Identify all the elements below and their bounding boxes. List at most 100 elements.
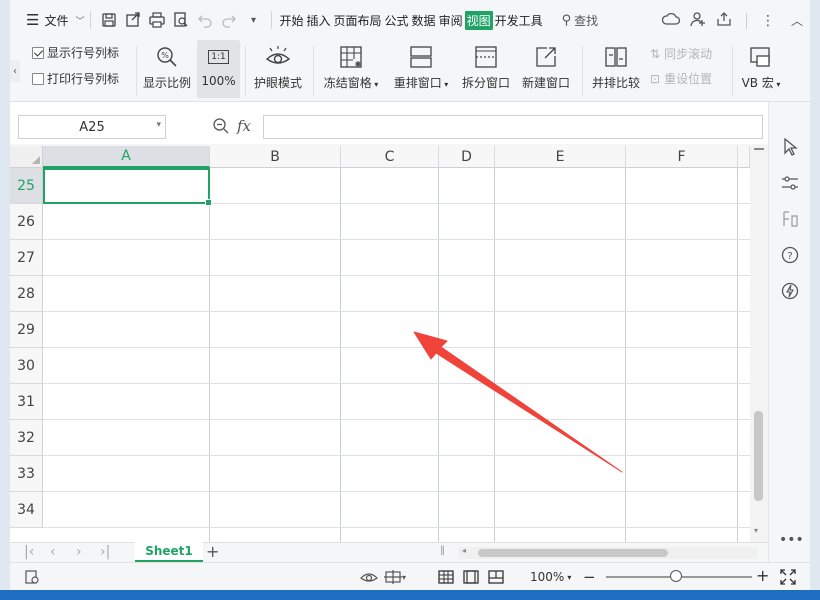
quick-access-dropdown-icon[interactable]: ▾ — [244, 11, 262, 29]
side-by-side-button[interactable]: 并排比较 — [588, 40, 644, 98]
zoom-100-button[interactable]: 1:1 100% — [197, 40, 240, 98]
freeze-panes-label: 冻结窗格 — [323, 76, 372, 90]
filter-settings-icon[interactable] — [779, 172, 801, 194]
new-window-button[interactable]: 新建窗口 — [518, 40, 574, 98]
desktop-left-strip — [0, 0, 10, 600]
print-icon[interactable] — [148, 11, 166, 29]
zoom-level-dropdown[interactable]: 100% ▾ — [530, 568, 571, 586]
eye-icon — [265, 42, 291, 72]
split-handle-icon[interactable]: ‖ — [440, 545, 445, 556]
chevron-down-icon: ▾ — [402, 572, 407, 582]
formula-input[interactable] — [263, 115, 763, 139]
add-user-icon[interactable] — [690, 11, 706, 30]
tab-formulas[interactable]: 公式 — [384, 12, 410, 29]
sheet-tab-sheet1[interactable]: Sheet1 — [135, 542, 203, 562]
more-options-icon[interactable]: ••• — [779, 532, 804, 548]
print-rowcol-label: 打印行号列标 — [47, 72, 120, 86]
eye-protection-button[interactable]: 护眼模式 — [250, 40, 306, 98]
reset-position-button[interactable]: ⊡ 重设位置 — [650, 70, 712, 87]
tab-view[interactable]: 视图 — [464, 10, 493, 30]
scroll-down-icon[interactable]: ▾ — [754, 526, 758, 535]
vertical-scroll-thumb[interactable] — [754, 411, 763, 501]
split-window-button[interactable]: 拆分窗口 — [458, 40, 514, 98]
show-rowcol-checkbox[interactable]: 显示行号列标 — [32, 44, 119, 61]
next-sheet-icon[interactable]: › — [76, 544, 82, 560]
tab-home[interactable]: 开始 — [278, 12, 304, 29]
checkbox-unchecked-icon — [32, 72, 44, 85]
sheet-tab-label: Sheet1 — [145, 544, 193, 558]
chevron-down-icon: ▾ — [156, 120, 161, 130]
chevron-down-icon: ﹀ — [75, 16, 85, 27]
name-box[interactable]: A25 ▾ — [18, 115, 166, 139]
divider — [746, 12, 747, 29]
freeze-panes-button[interactable]: 冻结窗格 ▾ — [320, 40, 382, 98]
first-sheet-icon[interactable]: |‹ — [24, 544, 34, 560]
help-icon[interactable]: ? — [779, 244, 801, 266]
macro-record-icon[interactable] — [24, 568, 40, 586]
divider — [582, 46, 583, 96]
save-icon[interactable] — [100, 11, 118, 29]
collapse-ribbon-icon[interactable]: ︿ — [791, 12, 803, 29]
title-actions: ⋮ ︿ — [661, 11, 803, 30]
ribbon-tabs: 开始 插入 页面布局 公式 数据 审阅 视图 开发工具 — [278, 10, 544, 30]
function-icon[interactable]: fx — [237, 117, 251, 135]
prev-sheet-icon[interactable]: ‹ — [50, 544, 56, 560]
file-menu[interactable]: ☰ 文件 ﹀ — [26, 11, 84, 29]
vb-macro-button[interactable]: VB 宏 ▾ — [738, 40, 784, 98]
undo-icon[interactable] — [196, 11, 214, 29]
sync-scroll-button[interactable]: ⇅ 同步滚动 — [650, 45, 712, 62]
more-menu-icon[interactable]: ⋮ — [761, 13, 775, 29]
lightning-icon[interactable] — [779, 280, 801, 302]
tools-icon[interactable] — [779, 208, 801, 230]
normal-view-icon[interactable] — [438, 568, 454, 586]
formula-bar: A25 ▾ fx — [10, 102, 810, 144]
add-sheet-icon[interactable]: + — [206, 542, 219, 561]
zoom-out-button[interactable]: − — [583, 568, 596, 586]
ribbon-scroll-left-icon[interactable]: ‹ — [10, 60, 20, 82]
export-icon[interactable] — [124, 11, 142, 29]
fullscreen-icon[interactable] — [780, 568, 796, 586]
divider — [313, 46, 314, 96]
svg-text:%: % — [161, 51, 169, 60]
freeze-status-icon[interactable]: ▾ — [384, 568, 406, 586]
cloud-sync-icon[interactable] — [661, 11, 681, 30]
worksheet-grid[interactable]: ABCDEF 25 26 27 28 29 30 31 32 33 34 — [10, 146, 750, 542]
horizontal-scroll-thumb[interactable] — [478, 549, 668, 557]
dropdown-arrow-icon: ▾ — [773, 80, 781, 89]
search-button[interactable]: ⚲ 查找 — [562, 12, 600, 29]
share-icon[interactable] — [716, 11, 732, 30]
eye-protection-status-icon[interactable] — [360, 568, 378, 586]
divider — [90, 11, 92, 29]
tab-developer[interactable]: 开发工具 — [494, 12, 544, 29]
tab-insert[interactable]: 插入 — [306, 12, 332, 29]
arrange-windows-button[interactable]: 重排窗口 ▾ — [390, 40, 452, 98]
zoom-search-icon[interactable] — [212, 117, 230, 138]
tab-page-layout[interactable]: 页面布局 — [333, 12, 383, 29]
scroll-left-icon[interactable]: ◂ — [462, 546, 466, 555]
select-pointer-icon[interactable] — [779, 136, 801, 158]
redo-icon[interactable] — [220, 11, 238, 29]
zoom-slider-handle[interactable] — [670, 570, 682, 582]
page-layout-view-icon[interactable] — [463, 568, 479, 586]
side-by-side-label: 并排比较 — [591, 76, 640, 90]
file-menu-label: 文件 — [44, 13, 69, 28]
zoom-in-button[interactable]: + — [756, 566, 769, 585]
scroll-top-icon[interactable] — [754, 148, 764, 150]
page-break-view-icon[interactable] — [488, 568, 504, 586]
status-bar: ▾ 100% ▾ − + — [10, 562, 810, 590]
print-rowcol-checkbox[interactable]: 打印行号列标 — [32, 70, 119, 87]
tab-data[interactable]: 数据 — [411, 12, 437, 29]
zoom-button[interactable]: % 显示比例 — [140, 40, 194, 98]
print-preview-icon[interactable] — [172, 11, 190, 29]
checkbox-checked-icon — [32, 46, 44, 59]
tab-review[interactable]: 审阅 — [438, 12, 464, 29]
vb-macro-label: VB 宏 — [741, 76, 774, 90]
horizontal-scrollbar[interactable]: ◂ — [458, 546, 758, 559]
chevron-down-icon: ▾ — [567, 572, 572, 582]
last-sheet-icon[interactable]: ›| — [100, 544, 110, 560]
zoom-level-value: 100% — [530, 570, 565, 584]
dropdown-arrow-icon: ▾ — [441, 80, 449, 89]
reset-position-label: 重设位置 — [664, 72, 713, 86]
vertical-scrollbar[interactable]: ▾ — [750, 146, 768, 542]
view-ribbon: ‹ 显示行号列标 打印行号列标 % 显示比例 1:1 100% 护眼模式 冻结窗… — [10, 40, 810, 102]
